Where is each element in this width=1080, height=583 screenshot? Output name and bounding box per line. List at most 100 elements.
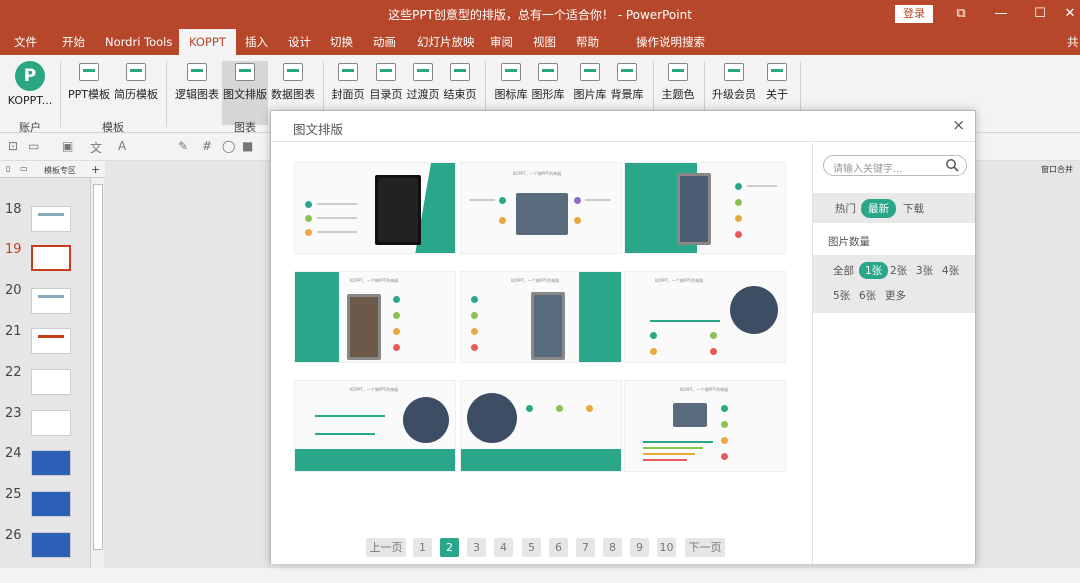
- tab-view[interactable]: 视图: [530, 29, 559, 55]
- font-icon[interactable]: A: [118, 139, 126, 153]
- text-box-icon[interactable]: ▣: [62, 139, 73, 153]
- page-button[interactable]: 5: [522, 538, 541, 557]
- count-3[interactable]: 3张: [916, 263, 933, 278]
- tab-nordri-tools[interactable]: Nordri Tools: [102, 29, 175, 55]
- tell-me-search[interactable]: 操作说明搜索: [633, 29, 708, 55]
- tab-animations[interactable]: 动画: [370, 29, 399, 55]
- scrollbar-thumb[interactable]: [93, 184, 103, 550]
- right-panel: 窗口合并: [976, 161, 1080, 568]
- resume-template-icon: [126, 63, 146, 81]
- minimize-icon[interactable]: —: [991, 4, 1011, 24]
- slide-thumbnail-active[interactable]: [31, 245, 71, 271]
- count-6[interactable]: 6张: [859, 288, 876, 303]
- count-1[interactable]: 1张: [859, 262, 889, 279]
- tab-transitions[interactable]: 切换: [327, 29, 356, 55]
- page-button[interactable]: 4: [494, 538, 513, 557]
- close-window-icon[interactable]: ✕: [1060, 4, 1080, 24]
- tab-slideshow[interactable]: 幻灯片放映: [414, 29, 478, 55]
- layout-template-card[interactable]: KOPPT，一个做PPT的神器: [294, 271, 456, 363]
- add-tab-icon[interactable]: +: [91, 163, 100, 176]
- eyedropper-icon[interactable]: ✎: [178, 139, 188, 153]
- green-block: [295, 272, 339, 362]
- page-button[interactable]: 6: [549, 538, 568, 557]
- paint-icon[interactable]: ▭: [28, 139, 39, 153]
- prev-page-button[interactable]: 上一页: [366, 538, 406, 557]
- window-merge-label[interactable]: 窗口合并: [1041, 164, 1073, 175]
- grid-icon[interactable]: #: [202, 139, 212, 153]
- search-input[interactable]: 请输入关键字...: [823, 155, 967, 176]
- template-zone-tab[interactable]: 模板专区: [44, 165, 76, 176]
- count-4[interactable]: 4张: [942, 263, 959, 278]
- fill-color-icon[interactable]: ■: [242, 139, 253, 153]
- slide-thumbnail[interactable]: [31, 410, 71, 436]
- slides-scrollbar[interactable]: [90, 178, 104, 568]
- slide-thumbnail[interactable]: [31, 369, 71, 395]
- layout-template-card[interactable]: KOPPT，一个做PPT的神器: [460, 271, 622, 363]
- bullet-icon: [710, 332, 717, 339]
- phone-photo: [677, 173, 711, 245]
- close-icon[interactable]: ×: [952, 116, 965, 134]
- image-text-layout-label: 图文排版: [223, 88, 267, 101]
- slide-thumbnail[interactable]: [31, 328, 71, 354]
- sort-hot[interactable]: 热门: [835, 201, 856, 216]
- tab-design[interactable]: 设计: [285, 29, 314, 55]
- koppt-account-button[interactable]: P KOPPT...: [7, 61, 53, 125]
- cover-page-label: 封面页: [331, 88, 365, 101]
- tab-koppt[interactable]: KOPPT: [179, 29, 236, 55]
- bullet-icon: [393, 296, 400, 303]
- share-button[interactable]: 共: [1064, 29, 1080, 55]
- layout-template-card[interactable]: [294, 162, 456, 254]
- text-line: [317, 231, 357, 233]
- next-page-button[interactable]: 下一页: [685, 538, 725, 557]
- ribbon-display-icon[interactable]: ⧉: [951, 4, 971, 24]
- tab-review[interactable]: 审阅: [487, 29, 516, 55]
- slide-thumbnail[interactable]: [31, 491, 71, 517]
- page-button[interactable]: 1: [413, 538, 432, 557]
- page-button[interactable]: 7: [576, 538, 595, 557]
- tab-insert[interactable]: 插入: [242, 29, 271, 55]
- slide-thumbnail[interactable]: [31, 206, 71, 232]
- folder-icon[interactable]: ▭: [20, 164, 28, 173]
- logic-chart-button[interactable]: 逻辑图表: [174, 61, 220, 125]
- sort-downloads[interactable]: 下载: [903, 201, 924, 216]
- page-button[interactable]: 9: [630, 538, 649, 557]
- page-button[interactable]: 8: [603, 538, 622, 557]
- layout-template-card[interactable]: KOPPT，一个做PPT的神器: [624, 271, 786, 363]
- file-icon[interactable]: ▯: [6, 164, 10, 173]
- search-icon[interactable]: [945, 158, 959, 172]
- shape-icon[interactable]: ◯: [222, 139, 235, 153]
- layout-template-card[interactable]: [624, 162, 786, 254]
- layout-template-card[interactable]: [460, 380, 622, 472]
- login-button[interactable]: 登录: [895, 5, 933, 23]
- layout-template-card[interactable]: KOPPT，一个做PPT的神器: [294, 380, 456, 472]
- tab-home[interactable]: 开始: [59, 29, 88, 55]
- ppt-template-button[interactable]: PPT模板: [67, 61, 111, 125]
- slide-thumbnail[interactable]: [31, 532, 71, 558]
- thumbnail-content: [38, 335, 64, 338]
- resume-template-button[interactable]: 简历模板: [113, 61, 159, 125]
- tab-help[interactable]: 帮助: [573, 29, 602, 55]
- bullet-icon: [393, 312, 400, 319]
- layout-template-card[interactable]: KOPPT，一个做PPT的神器: [624, 380, 786, 472]
- count-5[interactable]: 5张: [833, 288, 850, 303]
- count-2[interactable]: 2张: [890, 263, 907, 278]
- image-text-layout-button[interactable]: 图文排版: [222, 61, 268, 125]
- layout-template-card[interactable]: KOPPT，一个做PPT的神器: [460, 162, 622, 254]
- page-button[interactable]: 10: [657, 538, 676, 557]
- count-all[interactable]: 全部: [833, 263, 854, 278]
- count-more[interactable]: 更多: [885, 288, 906, 303]
- upgrade-member-icon: [724, 63, 744, 81]
- page-button[interactable]: 3: [467, 538, 486, 557]
- dialog-title-bar: 图文排版 ×: [271, 111, 975, 142]
- bullet-icon: [471, 296, 478, 303]
- tab-file[interactable]: 文件: [11, 29, 40, 55]
- slide-number: 23: [5, 406, 22, 421]
- slide-thumbnail[interactable]: [31, 450, 71, 476]
- slide-number: 20: [5, 283, 22, 298]
- lock-icon[interactable]: ⊡: [8, 139, 18, 153]
- sort-latest[interactable]: 最新: [861, 199, 896, 218]
- maximize-icon[interactable]: ☐: [1030, 4, 1050, 24]
- page-button-current[interactable]: 2: [440, 538, 459, 557]
- text-icon[interactable]: 文: [90, 139, 102, 156]
- slide-thumbnail[interactable]: [31, 288, 71, 314]
